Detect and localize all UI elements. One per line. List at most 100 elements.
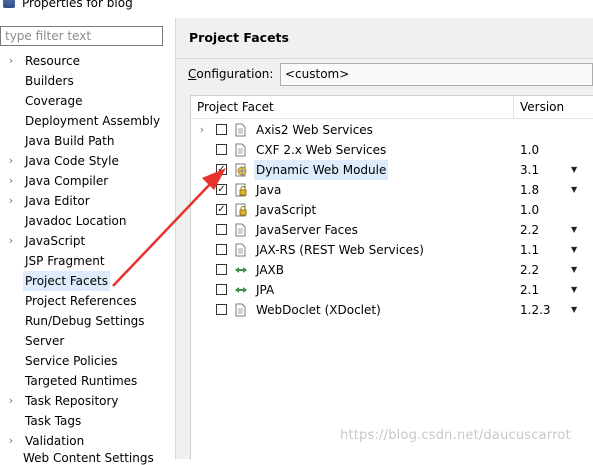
facet-checkbox[interactable] bbox=[216, 304, 227, 315]
facet-row[interactable]: ✓ JavaScript 1.0 bbox=[191, 200, 593, 220]
tree-item-label: Project Facets bbox=[23, 271, 110, 291]
app-icon bbox=[3, 0, 15, 8]
chevron-right-icon[interactable]: › bbox=[6, 431, 16, 451]
tree-item-label: Targeted Runtimes bbox=[25, 374, 138, 388]
dropdown-arrow-icon[interactable]: ▼ bbox=[571, 160, 577, 180]
tree-item-label: Java Build Path bbox=[25, 134, 115, 148]
dropdown-arrow-icon[interactable]: ▼ bbox=[571, 180, 577, 200]
window-title: Properties for blog bbox=[22, 0, 133, 10]
document-icon bbox=[234, 143, 248, 157]
facet-row[interactable]: JavaServer Faces 2.2 ▼ bbox=[191, 220, 593, 240]
facet-row[interactable]: ✓ Dynamic Web Module 3.1 ▼ bbox=[191, 160, 593, 180]
document-icon bbox=[234, 243, 248, 257]
web-module-icon bbox=[234, 163, 248, 177]
document-icon bbox=[234, 303, 248, 317]
chevron-right-icon[interactable]: › bbox=[6, 171, 16, 191]
facet-row[interactable]: › Axis2 Web Services bbox=[191, 120, 593, 140]
chevron-right-icon[interactable]: › bbox=[6, 51, 16, 71]
facet-name: JavaServer Faces bbox=[256, 223, 358, 237]
facet-checkbox[interactable] bbox=[216, 224, 227, 235]
tree-item-label: Javadoc Location bbox=[25, 214, 127, 228]
document-icon bbox=[234, 123, 248, 137]
watermark-text: https://blog.csdn.net/daucuscarrot bbox=[340, 428, 571, 443]
facet-row[interactable]: ✓ Java 1.8 ▼ bbox=[191, 180, 593, 200]
tree-item-label: Deployment Assembly bbox=[25, 114, 161, 128]
facet-checkbox[interactable]: ✓ bbox=[216, 204, 227, 215]
facet-name: Dynamic Web Module bbox=[254, 160, 389, 180]
dropdown-arrow-icon[interactable]: ▼ bbox=[571, 260, 577, 280]
facet-name: Java bbox=[256, 183, 282, 197]
chevron-right-icon[interactable]: › bbox=[6, 191, 16, 211]
tree-item-label: Task Tags bbox=[25, 414, 82, 428]
dropdown-arrow-icon[interactable]: ▼ bbox=[571, 220, 577, 240]
chevron-right-icon[interactable]: › bbox=[197, 120, 207, 140]
tree-item-label: Java Editor bbox=[25, 194, 90, 208]
facet-version[interactable]: 1.8 bbox=[520, 180, 539, 200]
dropdown-arrow-icon[interactable]: ▼ bbox=[571, 240, 577, 260]
facet-checkbox[interactable]: ✓ bbox=[216, 164, 227, 175]
facet-name: WebDoclet (XDoclet) bbox=[256, 303, 381, 317]
locked-document-icon bbox=[234, 183, 248, 197]
dropdown-arrow-icon[interactable]: ▼ bbox=[571, 300, 577, 320]
facet-name: JAX-RS (REST Web Services) bbox=[256, 243, 424, 257]
dropdown-arrow-icon[interactable]: ▼ bbox=[571, 280, 577, 300]
facet-version[interactable]: 1.1 bbox=[520, 240, 539, 260]
tree-item-label: Service Policies bbox=[25, 354, 118, 368]
tree-item-partial[interactable]: Web Content Settings bbox=[23, 451, 154, 465]
facet-row[interactable]: JAX-RS (REST Web Services) 1.1 ▼ bbox=[191, 240, 593, 260]
facet-row[interactable]: JPA 2.1 ▼ bbox=[191, 280, 593, 300]
tree-item-label: Coverage bbox=[25, 94, 83, 108]
chevron-right-icon[interactable]: › bbox=[6, 391, 16, 411]
chevron-right-icon[interactable]: › bbox=[6, 151, 16, 171]
header-line bbox=[191, 118, 593, 119]
left-panel: › Resource Builders Coverage Deployment Asse… bbox=[0, 18, 175, 465]
facet-version[interactable]: 2.2 bbox=[520, 260, 539, 280]
facet-version[interactable]: 3.1 bbox=[520, 160, 539, 180]
arrows-icon bbox=[234, 263, 248, 277]
tree-item-label: JavaScript bbox=[25, 234, 86, 248]
facet-name: JAXB bbox=[256, 263, 284, 277]
facet-checkbox[interactable] bbox=[216, 244, 227, 255]
facet-checkbox[interactable] bbox=[216, 264, 227, 275]
tree-item-label: Resource bbox=[25, 54, 81, 68]
locked-document-icon bbox=[234, 203, 248, 217]
title-bar: Properties for blog bbox=[0, 0, 593, 14]
tree-item-label: Server bbox=[25, 334, 65, 348]
facet-name: CXF 2.x Web Services bbox=[256, 143, 387, 157]
facet-name: JPA bbox=[256, 283, 275, 297]
facet-name: JavaScript bbox=[256, 203, 317, 217]
tree-item-label: Builders bbox=[25, 74, 74, 88]
facet-version[interactable]: 2.1 bbox=[520, 280, 539, 300]
tree-item-label: Run/Debug Settings bbox=[25, 314, 145, 328]
tree-item-label: Task Repository bbox=[25, 394, 119, 408]
facet-row[interactable]: WebDoclet (XDoclet) 1.2.3 ▼ bbox=[191, 300, 593, 320]
tree-item-label: Project References bbox=[25, 294, 137, 308]
right-panel: Project Facets Configuration: <custom> P… bbox=[176, 18, 593, 460]
column-divider[interactable] bbox=[513, 96, 514, 118]
filter-input[interactable] bbox=[0, 26, 163, 46]
page-title: Project Facets bbox=[189, 30, 289, 45]
facet-row[interactable]: JAXB 2.2 ▼ bbox=[191, 260, 593, 280]
facets-table: Project Facet Version › Axis2 Web Service… bbox=[190, 95, 593, 460]
facet-version: 1.0 bbox=[520, 203, 540, 217]
tree-item-label: Java Code Style bbox=[25, 154, 119, 168]
facet-checkbox[interactable] bbox=[216, 144, 227, 155]
chevron-right-icon[interactable]: › bbox=[6, 231, 16, 251]
tree-item-label: Java Compiler bbox=[25, 174, 109, 188]
configuration-label: Configuration: bbox=[188, 67, 274, 81]
column-header-facet[interactable]: Project Facet bbox=[197, 96, 274, 118]
facet-version: 1.0 bbox=[520, 143, 540, 157]
configuration-select[interactable]: <custom> bbox=[280, 63, 593, 86]
facet-name: Axis2 Web Services bbox=[256, 123, 373, 137]
header-separator bbox=[176, 58, 593, 59]
facet-checkbox[interactable]: ✓ bbox=[216, 184, 227, 195]
facet-checkbox[interactable] bbox=[216, 284, 227, 295]
document-icon bbox=[234, 223, 248, 237]
tree-item-label: JSP Fragment bbox=[25, 254, 105, 268]
facet-version[interactable]: 1.2.3 bbox=[520, 300, 551, 320]
column-header-version[interactable]: Version bbox=[520, 96, 564, 118]
facet-row[interactable]: CXF 2.x Web Services 1.0 bbox=[191, 140, 593, 160]
facet-checkbox[interactable] bbox=[216, 124, 227, 135]
facet-version[interactable]: 2.2 bbox=[520, 220, 539, 240]
arrows-icon bbox=[234, 283, 248, 297]
